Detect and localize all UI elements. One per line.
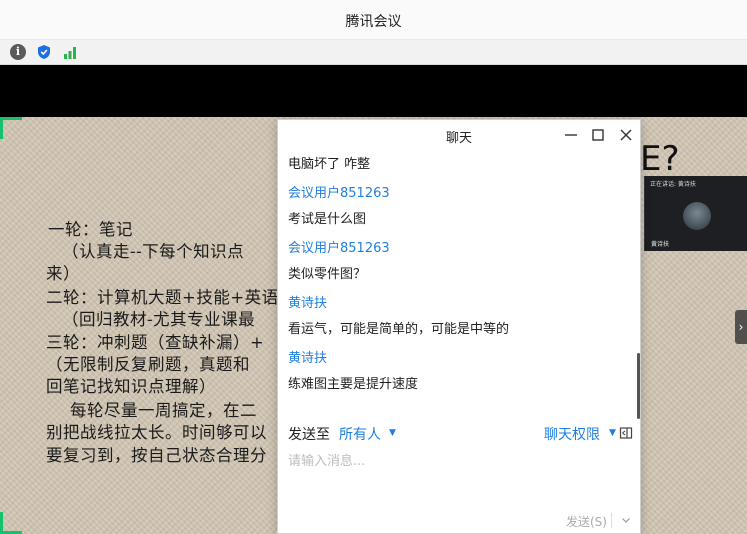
slide-line: 别把战线拉太长。时间够可以 — [46, 423, 267, 442]
slide-line: 回笔记找知识点理解） — [46, 377, 216, 396]
meeting-toolbar: i — [0, 40, 747, 65]
chat-sender-name[interactable]: 黄诗扶 — [288, 347, 327, 366]
pop-out-icon[interactable] — [619, 426, 633, 440]
chat-message-text: 电脑坏了 咋整 — [288, 157, 371, 172]
send-to-dropdown[interactable]: 所有人 — [339, 424, 381, 444]
slide-line: 一轮：笔记 — [48, 220, 133, 239]
chat-message-text: 类似零件图？ — [288, 267, 367, 282]
participant-video-tile[interactable]: 正在讲话: 黄诗扶 黄诗扶 — [644, 176, 747, 251]
send-button[interactable]: 发送(S) — [566, 513, 607, 530]
slide-line: 要复习到，按自己状态合理分 — [46, 446, 267, 465]
maximize-icon[interactable] — [589, 126, 607, 144]
chat-scrollbar[interactable] — [637, 353, 640, 419]
chevron-right-icon[interactable]: › — [735, 310, 747, 344]
chat-message-list[interactable]: 电脑坏了 咋整 会议用户851263 考试是什么图 会议用户851263 类似零… — [278, 150, 640, 420]
slide-line: （回归教材-尤其专业课最 — [62, 310, 256, 329]
chat-message-text: 考试是什么图 — [288, 212, 367, 227]
send-divider — [611, 513, 612, 528]
chat-message-input[interactable] — [288, 450, 632, 506]
caret-down-icon[interactable]: ▼ — [389, 428, 396, 438]
participant-name: 黄诗扶 — [651, 241, 670, 248]
chat-title: 聊天 — [445, 131, 472, 146]
active-frame-corner — [0, 512, 22, 534]
signal-icon[interactable] — [62, 44, 78, 60]
window-title: 腾讯会议 — [345, 14, 402, 30]
chat-sender-name[interactable]: 会议用户851263 — [288, 237, 390, 256]
shield-icon[interactable] — [36, 44, 52, 60]
info-icon[interactable]: i — [10, 44, 26, 60]
slide-line: （认真走--下每个知识点 — [62, 242, 245, 261]
chat-sender-name[interactable]: 黄诗扶 — [288, 292, 327, 311]
send-to-row: 发送至 所有人 ▼ 聊天权限 ▼ — [278, 420, 640, 450]
participant-avatar — [683, 202, 711, 230]
caret-down-icon[interactable]: ▼ — [609, 428, 616, 438]
chevron-down-icon[interactable] — [620, 514, 632, 526]
window-titlebar: 腾讯会议 — [0, 0, 747, 40]
chat-titlebar: 聊天 — [278, 120, 640, 150]
chat-sender-name[interactable]: 会议用户851263 — [288, 182, 390, 201]
close-icon[interactable] — [617, 126, 635, 144]
chat-window: 聊天 电脑坏了 咋整 会议用户851263 考试是什么图 会议用户851263 … — [277, 119, 641, 534]
chat-message-text: 练难图主要是提升速度 — [288, 377, 419, 392]
send-to-label: 发送至 — [288, 427, 330, 443]
slide-line: 每轮尽量一周搞定，在二 — [70, 401, 257, 420]
slide-corner-text: E? — [640, 139, 680, 179]
chat-permission-dropdown[interactable]: 聊天权限 — [544, 424, 600, 444]
chat-message-text: 看运气，可能是简单的，可能是中等的 — [288, 322, 510, 337]
slide-line: 来） — [46, 264, 80, 283]
slide-line: 三轮：冲刺题（查缺补漏）+ — [46, 333, 265, 352]
active-frame-corner — [0, 117, 22, 139]
slide-line: 二轮：计算机大题+技能+英语 — [46, 288, 279, 307]
speaking-indicator: 正在讲话: 黄诗扶 — [650, 181, 696, 188]
slide-line: （无限制反复刷题，真题和 — [46, 355, 250, 374]
minimize-icon[interactable] — [562, 126, 580, 144]
